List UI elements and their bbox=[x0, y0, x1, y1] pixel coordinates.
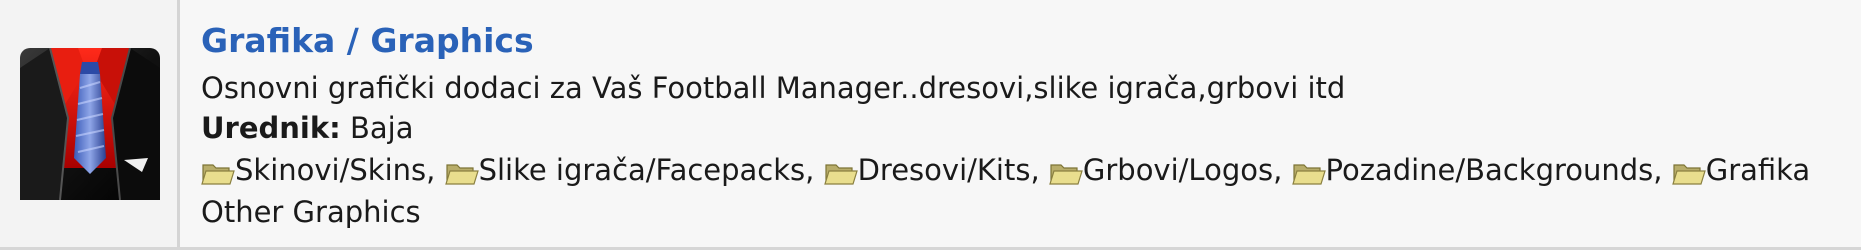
subforum-separator: , bbox=[805, 153, 824, 187]
subforum-link[interactable]: Slike igrača/Facepacks bbox=[479, 153, 806, 187]
subforum-link[interactable]: Grafika bbox=[1706, 153, 1811, 187]
subforum-link[interactable]: Dresovi/Kits bbox=[858, 153, 1031, 187]
forum-content: Grafika / Graphics Osnovni grafički doda… bbox=[201, 14, 1861, 246]
folder-icon bbox=[444, 156, 479, 185]
forum-description: Osnovni grafički dodaci za Vaš Football … bbox=[201, 71, 1346, 105]
folder-icon bbox=[1291, 156, 1326, 185]
suit-and-tie-icon bbox=[20, 48, 160, 200]
subforum-link[interactable]: Pozadine/Backgrounds bbox=[1326, 153, 1654, 187]
subforum-separator: , bbox=[1030, 153, 1049, 187]
forum-title-link[interactable]: Grafika / Graphics bbox=[201, 14, 1861, 68]
moderator-name-link[interactable]: Baja bbox=[350, 111, 414, 145]
folder-icon bbox=[823, 156, 858, 185]
forum-moderator: Urednik: Baja bbox=[201, 108, 1861, 148]
forum-icon-cell bbox=[0, 0, 180, 247]
subforum-item: Dresovi/Kits bbox=[823, 153, 1031, 187]
subforum-item: Slike igrača/Facepacks bbox=[444, 153, 806, 187]
folder-icon bbox=[1671, 156, 1706, 185]
folder-icon bbox=[1049, 156, 1083, 185]
folder-icon bbox=[201, 156, 235, 185]
subforum-separator: , bbox=[426, 153, 445, 187]
moderator-label: Urednik: bbox=[201, 111, 341, 145]
subforum-list: Skinovi/Skins, Slike igrača/Facepacks, D… bbox=[201, 150, 1861, 190]
subforum-item: Pozadine/Backgrounds bbox=[1291, 153, 1654, 187]
subforum-link[interactable]: Skinovi/Skins bbox=[235, 153, 426, 187]
subforum-item: Grbovi/Logos bbox=[1049, 153, 1273, 187]
subforum-link[interactable]: Grbovi/Logos bbox=[1083, 153, 1273, 187]
subforum-separator: , bbox=[1273, 153, 1292, 187]
subforum-list-continued[interactable]: Other Graphics bbox=[201, 192, 1861, 232]
forum-row: Grafika / Graphics Osnovni grafički doda… bbox=[0, 0, 1861, 250]
subforum-item: Skinovi/Skins bbox=[201, 153, 426, 187]
subforum-separator: , bbox=[1653, 153, 1672, 187]
subforum-item: Grafika bbox=[1671, 153, 1811, 187]
